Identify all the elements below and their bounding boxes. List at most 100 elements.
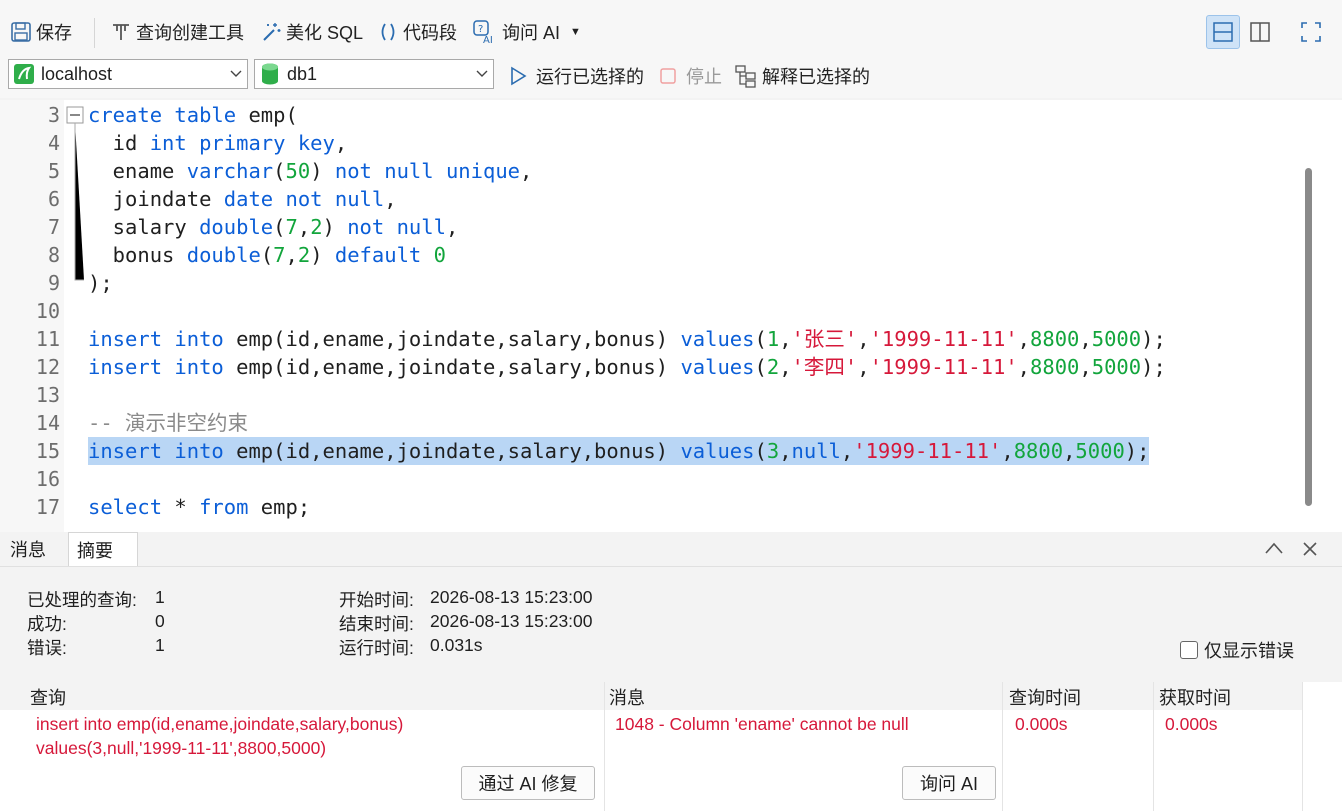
code-token: ,	[1017, 327, 1031, 351]
explain-selected-button[interactable]: 解释已选择的	[734, 62, 870, 90]
svg-text:AI: AI	[483, 35, 493, 45]
code-token: int	[149, 131, 187, 155]
code-token: emp(id,ename,joindate,salary,bonus)	[223, 327, 681, 351]
code-token: salary	[88, 215, 200, 239]
fullscreen-button[interactable]	[1294, 15, 1328, 49]
connection-toolbar: localhost db1 运行已选择的 停止 解释已选择的	[0, 56, 1342, 98]
database-select[interactable]: db1	[254, 59, 494, 89]
code-token: into	[174, 327, 224, 351]
code-token: from	[199, 495, 249, 519]
query-builder-icon	[113, 24, 129, 40]
code-token: 5000	[1091, 355, 1142, 379]
code-token: '张三'	[791, 327, 858, 351]
code-token: ,	[384, 187, 397, 211]
column-header-fetch-time[interactable]: 获取时间	[1154, 682, 1302, 710]
code-token: table	[174, 103, 237, 127]
code-line[interactable]: 12 insert into emp(id,ename,joindate,sala…	[0, 353, 1300, 381]
ask-ai-label: 询问 AI	[502, 23, 561, 43]
code-token: null	[791, 439, 841, 463]
run-selected-label: 运行已选择的	[536, 67, 644, 87]
save-button[interactable]: 保存	[10, 18, 72, 46]
snippet-button[interactable]: 代码段	[377, 18, 457, 46]
tab-messages[interactable]: 消息	[2, 532, 54, 566]
results-tabs: 消息 摘要	[0, 532, 1342, 567]
editor-scrollbar[interactable]	[1304, 100, 1314, 532]
server-value: localhost	[41, 63, 113, 84]
code-line[interactable]: 4 id int primary key,	[0, 129, 1300, 157]
checkbox-box[interactable]	[1180, 641, 1198, 659]
code-token: emp(id,ename,joindate,salary,bonus)	[223, 439, 681, 463]
stop-button[interactable]: 停止	[658, 62, 722, 90]
tab-summary[interactable]: 摘要	[68, 532, 138, 566]
code-line[interactable]: 7 salary double(7,2) not null,	[0, 213, 1300, 241]
beautify-sql-button[interactable]: 美化 SQL	[260, 18, 363, 46]
code-line[interactable]: 16	[0, 465, 1300, 493]
processed-queries-value: 1	[155, 587, 165, 607]
error-label: 错误:	[27, 638, 67, 658]
message-cell: 1048 - Column 'ename' cannot be null	[615, 714, 909, 734]
code-line[interactable]: 11 insert into emp(id,ename,joindate,sala…	[0, 325, 1300, 353]
code-line[interactable]: 14 -- 演示非空约束	[0, 409, 1300, 437]
ask-ai-dropdown[interactable]: ? AI 询问 AI ▼	[472, 18, 581, 46]
server-select[interactable]: localhost	[8, 59, 248, 89]
code-token: (	[260, 243, 274, 267]
only-errors-checkbox[interactable]: 仅显示错误	[1180, 637, 1294, 663]
code-token: 7	[285, 215, 298, 239]
layout-vertical-button[interactable]	[1243, 15, 1277, 49]
code-token: ename	[88, 159, 187, 183]
code-line[interactable]: 10	[0, 297, 1300, 325]
code-token: ,	[840, 439, 854, 463]
run-selected-button[interactable]: 运行已选择的	[508, 62, 644, 90]
magic-wand-icon	[263, 23, 281, 41]
code-token: (	[754, 439, 767, 463]
code-line[interactable]: 9);	[0, 269, 1300, 297]
ask-ai-button[interactable]: 询问 AI	[902, 766, 996, 800]
scrollbar-thumb[interactable]	[1305, 168, 1312, 506]
results-grid: 查询 消息 查询时间 获取时间 insert into emp(id,ename…	[0, 682, 1342, 811]
code-line[interactable]: 17 select * from emp;	[0, 493, 1300, 521]
code-token: into	[174, 355, 224, 379]
code-line[interactable]: 13	[0, 381, 1300, 409]
code-token: 2	[766, 355, 780, 379]
code-token: ,	[334, 131, 348, 155]
start-time-value: 2026-08-13 15:23:00	[430, 587, 593, 607]
fix-with-ai-button[interactable]: 通过 AI 修复	[461, 766, 595, 800]
split-vertical-icon	[1250, 22, 1270, 42]
code-line[interactable]: 5 ename varchar(50) not null unique,	[0, 157, 1300, 185]
code-token: values	[680, 439, 755, 463]
code-token: null	[334, 187, 385, 211]
code-token: *	[162, 495, 200, 519]
code-token: values	[680, 327, 755, 351]
code-line[interactable]: 15 insert into emp(id,ename,joindate,sala…	[0, 437, 1300, 465]
column-header-query[interactable]: 查询	[0, 682, 604, 710]
column-header-message[interactable]: 消息	[605, 682, 1002, 710]
code-token: 5000	[1091, 327, 1142, 351]
line-number: 15	[35, 439, 60, 463]
query-builder-button[interactable]: 查询创建工具	[110, 18, 244, 46]
code-line[interactable]: 3 create table emp(	[0, 101, 1300, 129]
code-token: not	[285, 187, 323, 211]
collapse-panel-icon[interactable]	[1264, 541, 1284, 555]
code-token: ,	[857, 355, 870, 379]
code-line[interactable]: 6 joindate date not null,	[0, 185, 1300, 213]
code-line[interactable]: 8 bonus double(7,2) default 0	[0, 241, 1300, 269]
fullscreen-icon	[1301, 22, 1321, 42]
code-token: (	[273, 159, 286, 183]
query-time-cell: 0.000s	[1015, 714, 1068, 734]
column-header-query-time[interactable]: 查询时间	[1003, 682, 1153, 710]
line-number: 7	[47, 215, 60, 239]
code-token: );	[1141, 355, 1166, 379]
run-time-value: 0.031s	[430, 635, 483, 655]
sql-editor[interactable]: 3 create table emp(4 id int primary key, 5…	[0, 100, 1342, 532]
stop-label: 停止	[686, 67, 722, 87]
success-value: 0	[155, 611, 165, 631]
layout-horizontal-button[interactable]	[1206, 15, 1240, 49]
code-token: ,	[779, 439, 792, 463]
close-icon[interactable]	[1302, 541, 1318, 557]
code-token: into	[174, 439, 224, 463]
code-token: ,	[1017, 355, 1031, 379]
code-token: ,	[1001, 439, 1014, 463]
